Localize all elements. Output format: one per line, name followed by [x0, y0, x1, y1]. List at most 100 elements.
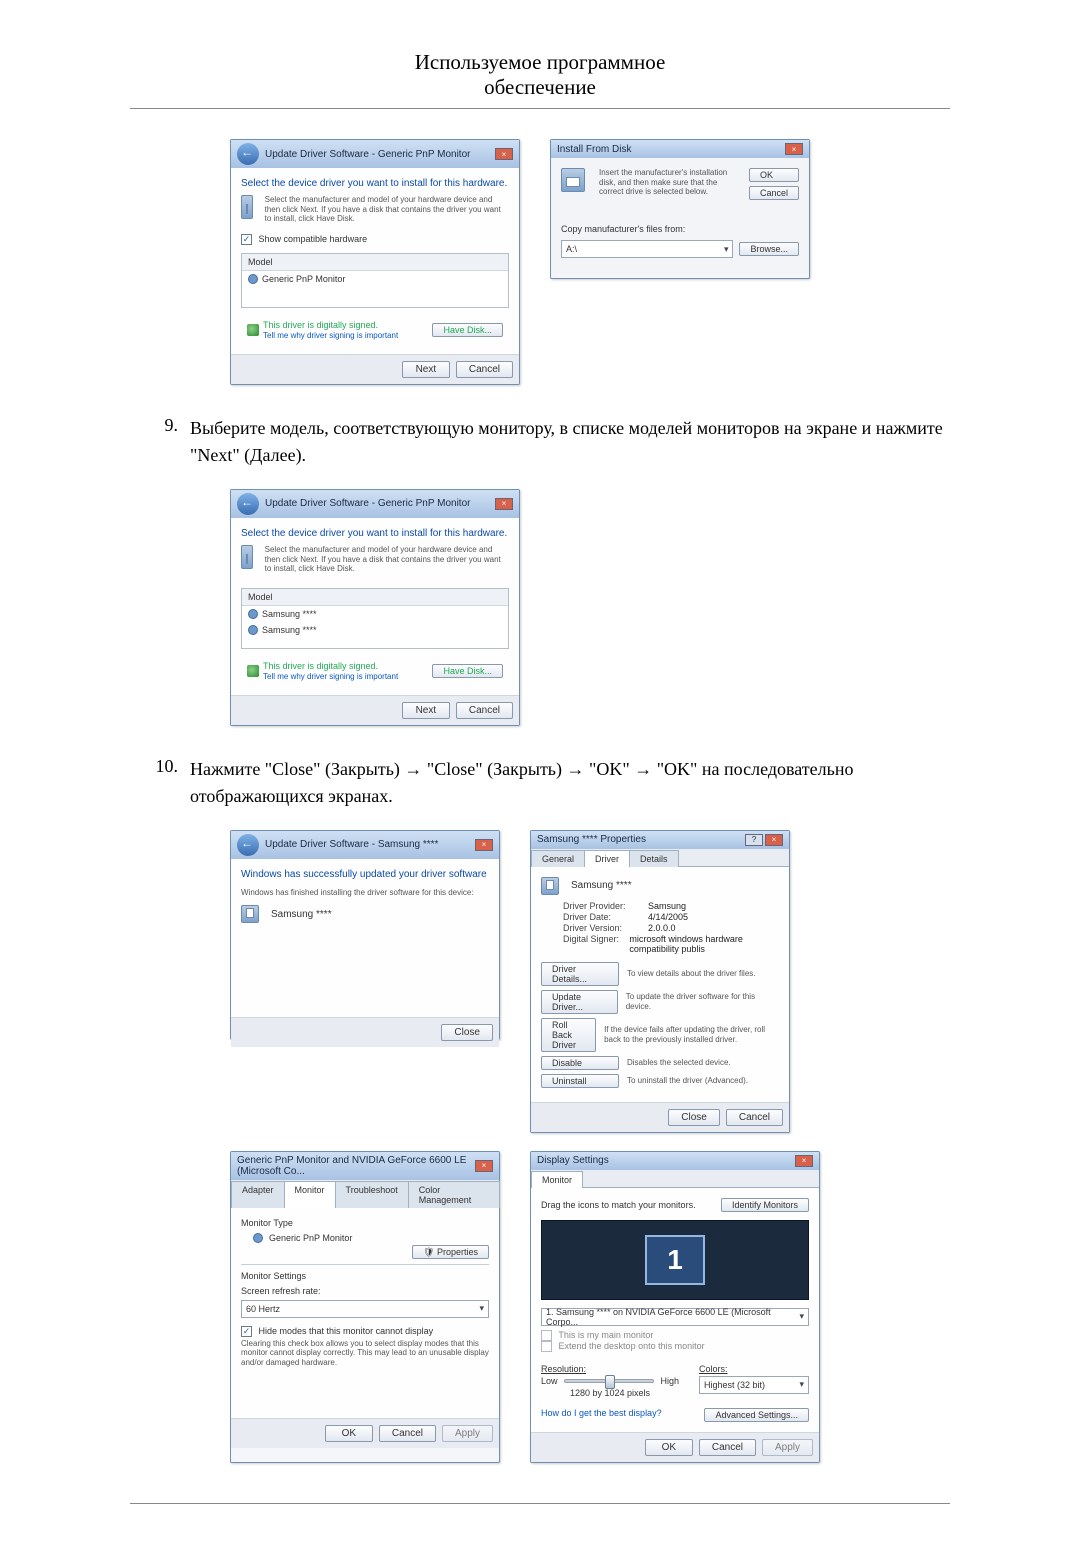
refresh-value: 60 Hertz: [246, 1304, 280, 1314]
titlebar: Display Settings ×: [531, 1152, 819, 1170]
list-item[interactable]: Samsung ****: [242, 606, 508, 622]
hide-modes-desc: Clearing this check box allows you to se…: [241, 1339, 489, 1368]
close-button[interactable]: Close: [441, 1024, 493, 1041]
path-select[interactable]: A:\ ▾: [561, 240, 733, 258]
uninstall-button[interactable]: Uninstall: [541, 1074, 619, 1088]
colors-select[interactable]: Highest (32 bit) ▾: [699, 1376, 809, 1394]
close-icon[interactable]: ×: [785, 143, 803, 155]
close-icon[interactable]: ×: [475, 839, 493, 851]
step-number: 9.: [130, 415, 190, 469]
next-button[interactable]: Next: [402, 702, 450, 719]
list-item[interactable]: Samsung ****: [242, 622, 508, 638]
shield-icon: [247, 324, 259, 336]
driver-details-button[interactable]: Driver Details...: [541, 962, 619, 986]
titlebar: Samsung **** Properties ? ×: [531, 831, 789, 849]
tab-monitor[interactable]: Monitor: [531, 1171, 583, 1188]
close-icon[interactable]: ×: [765, 834, 783, 846]
step-text: Выберите модель, соответствующую монитор…: [190, 415, 950, 469]
hide-modes-label: Hide modes that this monitor cannot disp…: [259, 1326, 434, 1336]
browse-button[interactable]: Browse...: [739, 242, 799, 256]
ok-button[interactable]: OK: [645, 1439, 693, 1456]
help-link[interactable]: How do I get the best display?: [541, 1408, 662, 1422]
monitor-select[interactable]: 1. Samsung **** on NVIDIA GeForce 6600 L…: [541, 1308, 809, 1326]
window-update-driver-a: Update Driver Software - Generic PnP Mon…: [230, 139, 520, 385]
desc: Disables the selected device.: [627, 1058, 731, 1068]
kv-key: Driver Provider:: [563, 901, 648, 911]
cancel-button[interactable]: Cancel: [456, 361, 513, 378]
have-disk-button[interactable]: Have Disk...: [432, 664, 503, 678]
back-icon[interactable]: [237, 493, 259, 515]
show-compatible-checkbox[interactable]: [241, 234, 252, 245]
tab-bar: Monitor: [531, 1170, 819, 1188]
disable-button[interactable]: Disable: [541, 1056, 619, 1070]
cancel-button[interactable]: Cancel: [726, 1109, 783, 1126]
colors-value: Highest (32 bit): [704, 1380, 765, 1390]
window-display-settings: Display Settings × Monitor Drag the icon…: [530, 1151, 820, 1463]
tab-monitor[interactable]: Monitor: [284, 1181, 336, 1208]
tab-bar: General Driver Details: [531, 849, 789, 867]
model-list[interactable]: Model Generic PnP Monitor: [241, 253, 509, 308]
tab-driver[interactable]: Driver: [584, 850, 630, 867]
signed-text: This driver is digitally signed.: [263, 661, 378, 671]
ok-button[interactable]: OK: [749, 168, 799, 182]
identify-button[interactable]: Identify Monitors: [721, 1198, 809, 1212]
list-header: Model: [242, 254, 508, 271]
shield-icon: [247, 665, 259, 677]
bottom-rule: [130, 1503, 950, 1504]
signing-link[interactable]: Tell me why driver signing is important: [263, 672, 398, 681]
window-driver-properties: Samsung **** Properties ? × General Driv…: [530, 830, 790, 1133]
resolution-slider[interactable]: [564, 1379, 655, 1383]
help-icon[interactable]: ?: [745, 834, 763, 846]
monitor-type-label: Monitor Type: [241, 1218, 293, 1228]
apply-button[interactable]: Apply: [442, 1425, 493, 1442]
window-title: Update Driver Software - Generic PnP Mon…: [265, 149, 495, 160]
low-label: Low: [541, 1376, 558, 1386]
properties-button[interactable]: 🛡 Properties: [412, 1245, 489, 1259]
cancel-button[interactable]: Cancel: [749, 186, 799, 200]
cancel-button[interactable]: Cancel: [456, 702, 513, 719]
kv-key: Driver Date:: [563, 912, 648, 922]
close-icon[interactable]: ×: [475, 1160, 493, 1172]
tab-details[interactable]: Details: [629, 850, 679, 867]
refresh-select[interactable]: 60 Hertz ▾: [241, 1300, 489, 1318]
close-icon[interactable]: ×: [495, 498, 513, 510]
tab-general[interactable]: General: [531, 850, 585, 867]
close-icon[interactable]: ×: [495, 148, 513, 160]
extend-desktop-label: Extend the desktop onto this monitor: [559, 1341, 705, 1351]
monitor-preview[interactable]: 1: [541, 1220, 809, 1300]
tab-color-mgmt[interactable]: Color Management: [408, 1181, 500, 1208]
hide-modes-checkbox[interactable]: [241, 1326, 252, 1337]
kv-val: 4/14/2005: [648, 912, 688, 922]
top-rule: [130, 108, 950, 109]
apply-button[interactable]: Apply: [762, 1439, 813, 1456]
heading: Select the device driver you want to ins…: [241, 178, 509, 189]
window-update-driver-c: Update Driver Software - Generic PnP Mon…: [230, 489, 520, 726]
list-header: Model: [242, 589, 508, 606]
close-icon[interactable]: ×: [795, 1155, 813, 1167]
tab-adapter[interactable]: Adapter: [231, 1181, 285, 1208]
back-icon[interactable]: [237, 143, 259, 165]
advanced-settings-button[interactable]: Advanced Settings...: [704, 1408, 809, 1422]
kv-key: Driver Version:: [563, 923, 648, 933]
instruction-text: Insert the manufacturer's installation d…: [599, 168, 741, 200]
slider-thumb[interactable]: [605, 1375, 615, 1389]
have-disk-button[interactable]: Have Disk...: [432, 323, 503, 337]
tab-troubleshoot[interactable]: Troubleshoot: [335, 1181, 409, 1208]
hint-text: Select the manufacturer and model of you…: [265, 195, 509, 224]
next-button[interactable]: Next: [402, 361, 450, 378]
close-button[interactable]: Close: [668, 1109, 720, 1126]
monitor-icon: [248, 609, 258, 619]
monitor-thumb[interactable]: 1: [645, 1235, 705, 1285]
monitor-icon: [248, 625, 258, 635]
update-driver-button[interactable]: Update Driver...: [541, 990, 618, 1014]
signing-link[interactable]: Tell me why driver signing is important: [263, 331, 398, 340]
cancel-button[interactable]: Cancel: [699, 1439, 756, 1456]
cancel-button[interactable]: Cancel: [379, 1425, 436, 1442]
desc: If the device fails after updating the d…: [604, 1025, 779, 1044]
window-update-complete: Update Driver Software - Samsung **** × …: [230, 830, 500, 1040]
chevron-down-icon: ▾: [724, 244, 729, 255]
list-item[interactable]: Generic PnP Monitor: [242, 271, 508, 287]
rollback-driver-button[interactable]: Roll Back Driver: [541, 1018, 596, 1052]
ok-button[interactable]: OK: [325, 1425, 373, 1442]
model-list[interactable]: Model Samsung **** Samsung ****: [241, 588, 509, 649]
